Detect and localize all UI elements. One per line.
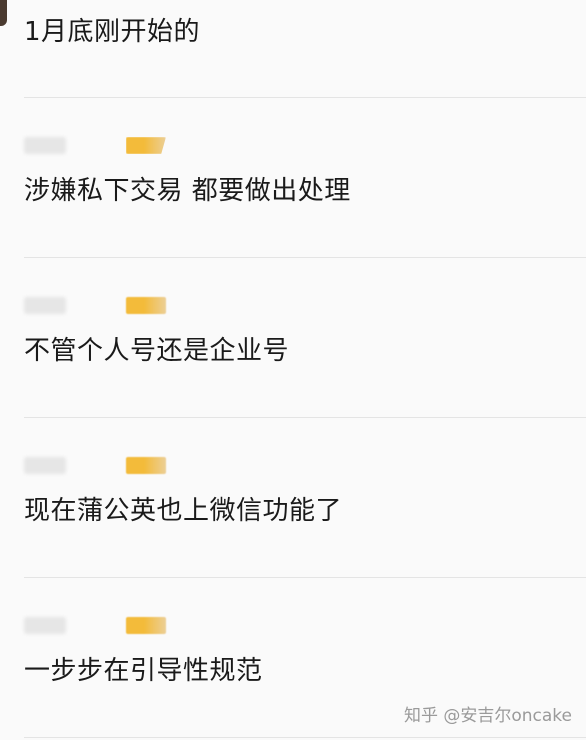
divider: [24, 737, 586, 738]
comment-text: 一步步在引导性规范: [24, 656, 263, 686]
watermark: 知乎 @安吉尔oncake: [403, 706, 572, 726]
user-badge: [126, 297, 166, 314]
username-redacted[interactable]: [24, 617, 66, 634]
username-redacted[interactable]: [24, 297, 66, 314]
comment-text: 不管个人号还是企业号: [24, 336, 290, 366]
user-badge: [126, 137, 166, 154]
username-redacted[interactable]: [24, 137, 66, 154]
comment-text: 涉嫌私下交易 都要做出处理: [24, 176, 351, 206]
avatar[interactable]: [0, 0, 7, 26]
divider: [24, 97, 586, 98]
username-redacted[interactable]: [24, 457, 66, 474]
divider: [24, 577, 586, 578]
divider: [24, 257, 586, 258]
user-badge: [126, 457, 166, 474]
comment-text: 现在蒲公英也上微信功能了: [24, 496, 343, 526]
divider: [24, 417, 586, 418]
user-badge: [126, 617, 166, 634]
comment-text: 1月底刚开始的: [24, 17, 201, 47]
